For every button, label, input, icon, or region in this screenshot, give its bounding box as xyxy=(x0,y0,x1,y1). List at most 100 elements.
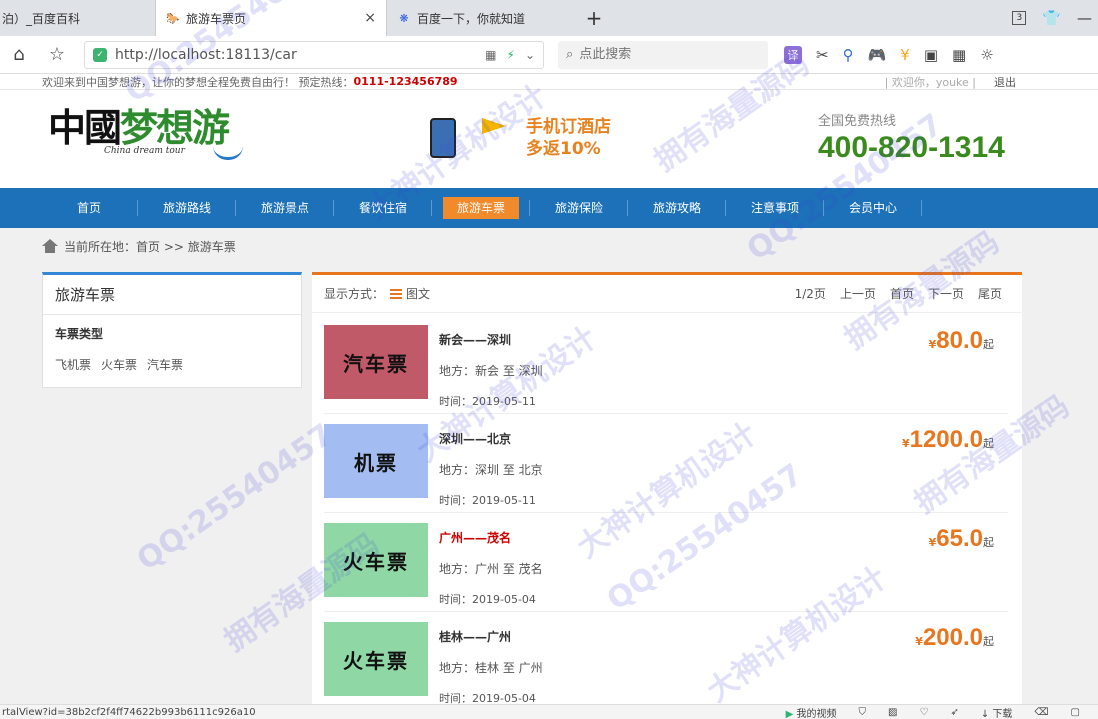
new-tab-button[interactable]: + xyxy=(577,0,611,36)
nav-attractions[interactable]: 旅游景点 xyxy=(236,188,334,228)
nav-dining[interactable]: 餐饮住宿 xyxy=(334,188,432,228)
nav-member[interactable]: 会员中心 xyxy=(824,188,922,228)
list-item[interactable]: 火车票 桂林——广州 地方：桂林 至 广州 时间：2019-05-04 ¥ 20… xyxy=(324,612,1008,704)
search-box[interactable]: ⌕ xyxy=(558,40,768,69)
tab-label: 旅游车票页 xyxy=(186,11,247,26)
nav-home[interactable]: 首页 xyxy=(40,188,138,228)
ticket-thumbnail[interactable]: 火车票 xyxy=(324,622,428,696)
download-button[interactable]: ↓ 下载 xyxy=(981,705,1013,719)
download-label: 下载 xyxy=(992,708,1013,719)
price-suffix: 起 xyxy=(983,536,994,549)
ticket-thumbnail[interactable]: 火车票 xyxy=(324,523,428,597)
settings-icon[interactable]: ☼ xyxy=(980,46,993,64)
last-page-link[interactable]: 尾页 xyxy=(978,285,1002,302)
nav-label: 旅游保险 xyxy=(554,201,603,215)
shirt-icon[interactable]: 👕 xyxy=(1042,9,1061,27)
rocket-icon[interactable]: ➶ xyxy=(950,707,958,718)
sidebar-link-train[interactable]: 火车票 xyxy=(101,356,137,373)
ticket-route[interactable]: 深圳——北京 xyxy=(439,430,543,447)
sidebar-link-flight[interactable]: 飞机票 xyxy=(55,356,91,373)
price-suffix: 起 xyxy=(983,437,994,450)
promo-banner[interactable]: 手机订酒店 多返10% xyxy=(430,116,630,166)
translate-icon[interactable]: 译 xyxy=(784,45,802,64)
ticket-route[interactable]: 桂林——广州 xyxy=(439,628,543,645)
qr-icon[interactable]: ▦ xyxy=(485,48,496,62)
free-hotline: 全国免费热线 400-820-1314 xyxy=(818,110,1005,165)
currency-symbol: ¥ xyxy=(901,437,910,450)
ticket-list: 显示方式： 图文 1/2页 上一页 首页 下一页 尾页 汽车票 新会——深圳 地… xyxy=(312,272,1022,704)
url-text[interactable]: http://localhost:18113/car xyxy=(115,47,475,63)
sidebar-link-bus[interactable]: 汽车票 xyxy=(147,356,183,373)
grid-icon[interactable]: ▦ xyxy=(952,46,966,64)
site-logo[interactable]: 中國梦想游 China dream tour xyxy=(48,106,243,166)
minimize-icon[interactable]: — xyxy=(1077,9,1092,27)
nav-label: 旅游景点 xyxy=(260,201,309,215)
ticket-time: 时间：2019-05-04 xyxy=(439,692,536,704)
tab-count-icon[interactable]: 3 xyxy=(1012,11,1027,25)
nav-label: 旅游攻略 xyxy=(652,201,701,215)
browser-toolbar: ⌂ ☆ ✓ http://localhost:18113/car ▦ ⚡ ⌄ ⌕… xyxy=(0,36,1098,74)
price-suffix: 起 xyxy=(983,635,994,648)
nav-routes[interactable]: 旅游路线 xyxy=(138,188,236,228)
home-icon[interactable]: ⌂ xyxy=(0,44,38,65)
paper-plane-icon xyxy=(482,118,506,134)
window-icon[interactable]: ▢ xyxy=(1071,707,1080,718)
close-icon[interactable]: × xyxy=(364,10,376,26)
ticket-place: 地方：桂林 至 广州 xyxy=(439,661,543,675)
search-icon: ⌕ xyxy=(566,47,574,62)
magnifier-icon[interactable]: ⚲ xyxy=(843,46,854,64)
lightning-icon[interactable]: ⚡ xyxy=(507,48,515,62)
ticket-thumbnail[interactable]: 汽车票 xyxy=(324,325,428,399)
ticket-route[interactable]: 新会——深圳 xyxy=(439,331,543,348)
first-page-link[interactable]: 首页 xyxy=(890,285,914,302)
chevron-down-icon[interactable]: ⌄ xyxy=(525,48,535,62)
tab-label: 百度一下，你就知道 xyxy=(417,11,526,26)
hotline-label: 全国免费热线 xyxy=(818,114,897,129)
image-icon[interactable]: ▨ xyxy=(888,707,897,718)
list-header: 显示方式： 图文 1/2页 上一页 首页 下一页 尾页 xyxy=(312,275,1022,313)
star-icon[interactable]: ☆ xyxy=(38,44,76,65)
logo-text-b: 梦想游 xyxy=(120,105,230,150)
gamepad-icon[interactable]: 🎮 xyxy=(868,46,887,64)
nav-guides[interactable]: 旅游攻略 xyxy=(628,188,726,228)
trash-icon[interactable]: ⌫ xyxy=(1034,707,1048,718)
prev-page-link[interactable]: 上一页 xyxy=(840,285,876,302)
ticket-thumbnail[interactable]: 机票 xyxy=(324,424,428,498)
breadcrumb: 当前所在地：首页 >> 旅游车票 xyxy=(0,228,1098,264)
list-item[interactable]: 汽车票 新会——深圳 地方：新会 至 深圳 时间：2019-05-11 ¥ 80… xyxy=(324,315,1008,414)
scissors-icon[interactable]: ✂ xyxy=(816,46,829,64)
search-input[interactable] xyxy=(579,47,750,62)
logout-link[interactable]: 退出 xyxy=(994,74,1016,90)
display-mode[interactable]: 图文 xyxy=(406,285,430,302)
website: 欢迎来到中国梦想游，让你的梦想全程免费自由行！ 预定热线： 0111-12345… xyxy=(0,74,1098,704)
list-icon[interactable] xyxy=(390,288,403,299)
tab-baike[interactable]: 泊）_百度百科 xyxy=(0,0,155,36)
shield-icon[interactable]: ⛉ xyxy=(859,707,867,718)
status-url: rtalView?id=38b2cf2f4ff74622b993b6111c92… xyxy=(2,706,256,718)
next-page-link[interactable]: 下一页 xyxy=(928,285,964,302)
nav-tickets[interactable]: 旅游车票 xyxy=(432,188,530,228)
ticket-price: ¥ 65.0 起 xyxy=(929,525,994,553)
heart-icon[interactable]: ♡ xyxy=(919,707,928,718)
video-button[interactable]: ▶ 我的视频 xyxy=(786,705,837,719)
ticket-price: ¥ 80.0 起 xyxy=(929,327,994,355)
tab-baidu[interactable]: ❋ 百度一下，你就知道 xyxy=(387,0,577,36)
price-amount: 65.0 xyxy=(936,525,983,552)
coin-icon[interactable]: ¥ xyxy=(900,46,910,64)
nav-insurance[interactable]: 旅游保险 xyxy=(530,188,628,228)
ticket-route[interactable]: 广州——茂名 xyxy=(439,529,543,546)
address-bar[interactable]: ✓ http://localhost:18113/car ▦ ⚡ ⌄ xyxy=(84,40,544,69)
ticket-time: 时间：2019-05-11 xyxy=(439,395,536,408)
welcome-text: 欢迎来到中国梦想游，让你的梦想全程免费自由行！ 预定热线： xyxy=(42,75,354,89)
currency-symbol: ¥ xyxy=(928,338,937,351)
breadcrumb-text: 当前所在地：首页 >> 旅游车票 xyxy=(64,239,236,254)
download-icon: ↓ xyxy=(980,708,990,719)
tab-travel-tickets[interactable]: 🐎 旅游车票页 × xyxy=(155,0,387,36)
nav-notes[interactable]: 注意事项 xyxy=(726,188,824,228)
hotline-number: 0111-123456789 xyxy=(353,75,458,88)
shield-icon: ✓ xyxy=(93,47,107,62)
list-item[interactable]: 机票 深圳——北京 地方：深圳 至 北京 时间：2019-05-11 ¥ 120… xyxy=(324,414,1008,513)
tab-bar-controls: 3 👕 — xyxy=(1012,0,1098,36)
book-icon[interactable]: ▣ xyxy=(924,46,938,64)
list-item[interactable]: 火车票 广州——茂名 地方：广州 至 茂名 时间：2019-05-04 ¥ 65… xyxy=(324,513,1008,612)
